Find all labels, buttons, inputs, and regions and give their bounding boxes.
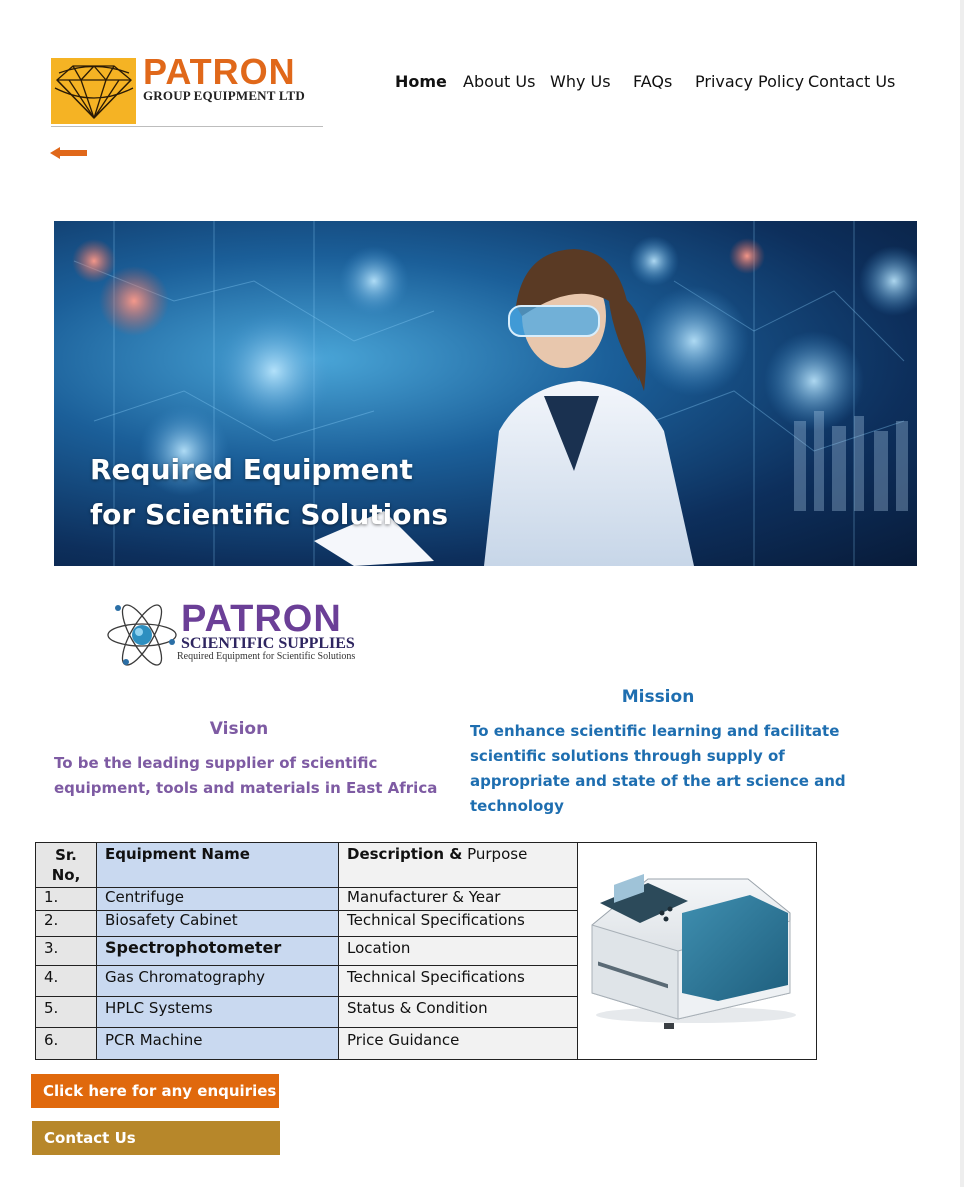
row-sr: 2. <box>35 909 97 938</box>
row-sr: 6. <box>35 1027 97 1060</box>
scrollbar[interactable] <box>960 0 964 1187</box>
row-equipment-name: Centrifuge <box>96 887 339 911</box>
header-description: Description & Purpose <box>338 841 578 889</box>
row-equipment-name: PCR Machine <box>96 1027 339 1060</box>
row-description: Price Guidance <box>338 1027 578 1060</box>
nav-faqs[interactable]: FAQs <box>633 72 672 91</box>
row-sr: 4. <box>35 964 97 997</box>
contact-us-button[interactable]: Contact Us <box>32 1121 280 1155</box>
header-sr-no: Sr. No, <box>35 841 97 889</box>
mission-heading: Mission <box>621 687 695 707</box>
company-logo[interactable]: PATRON GROUP EQUIPMENT LTD <box>51 51 323 126</box>
equipment-table: Sr. No, Equipment Name Description & Pur… <box>35 841 817 1060</box>
hero-banner: Required Equipment for Scientific Soluti… <box>54 221 917 566</box>
hero-title: Required Equipment for Scientific Soluti… <box>90 453 449 531</box>
row-description: Status & Condition <box>338 995 578 1029</box>
row-description: Manufacturer & Year <box>338 887 578 911</box>
nav-contact-us[interactable]: Contact Us <box>808 72 895 91</box>
header-description-bold: Description & <box>347 845 463 863</box>
row-sr: 3. <box>35 936 97 966</box>
spectrophotometer-image <box>591 873 796 1029</box>
nav-about-us[interactable]: About Us <box>463 72 535 91</box>
vision-text: To be the leading supplier of scientific… <box>54 754 438 797</box>
row-description: Location <box>338 936 578 966</box>
scientific-supplies-logo: PATRON SCIENTIFIC SUPPLIES Required Equi… <box>106 600 386 670</box>
atom-icon <box>107 604 177 666</box>
row-sr: 5. <box>35 995 97 1029</box>
row-sr: 1. <box>35 887 97 911</box>
header-equipment-name: Equipment Name <box>96 841 339 889</box>
nav-home[interactable]: Home <box>395 72 447 91</box>
row-equipment-name: Biosafety Cabinet <box>96 909 339 938</box>
logo-subtitle: GROUP EQUIPMENT LTD <box>143 88 305 103</box>
header-description-rest: Purpose <box>462 845 528 863</box>
row-equipment-name: HPLC Systems <box>96 995 339 1029</box>
header-divider <box>51 126 323 127</box>
brand-tagline: Required Equipment for Scientific Soluti… <box>177 651 356 662</box>
brand-title: PATRON <box>181 598 342 640</box>
row-description: Technical Specifications <box>338 909 578 938</box>
nav-privacy-policy[interactable]: Privacy Policy <box>695 72 804 91</box>
enquiry-button[interactable]: Click here for any enquiries <box>31 1074 279 1108</box>
equipment-image-cell <box>577 842 817 1060</box>
mission-text: To enhance scientific learning and facil… <box>470 722 846 815</box>
back-arrow-icon[interactable] <box>49 145 89 161</box>
logo-title: PATRON <box>143 51 296 92</box>
table-header-row: Sr. No, Equipment Name Description & Pur… <box>35 841 817 1060</box>
row-equipment-name: Spectrophotometer <box>96 936 339 966</box>
vision-heading: Vision <box>209 719 269 739</box>
diamond-logo-icon <box>51 58 136 124</box>
row-equipment-name: Gas Chromatography <box>96 964 339 997</box>
row-description: Technical Specifications <box>338 964 578 997</box>
nav-why-us[interactable]: Why Us <box>550 72 611 91</box>
